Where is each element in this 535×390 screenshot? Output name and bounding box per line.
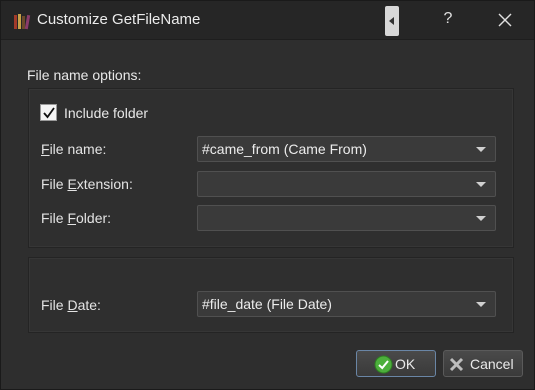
window-title: Customize GetFileName	[37, 11, 201, 28]
help-button[interactable]: ?	[439, 10, 457, 30]
x-icon	[447, 355, 466, 374]
cancel-label: Cancel	[470, 356, 514, 372]
chevron-down-icon	[476, 147, 486, 152]
chevron-down-icon	[476, 182, 486, 187]
file-extension-label: File Extension:	[41, 176, 133, 192]
file-date-dropdown[interactable]: #file_date (File Date)	[197, 291, 496, 317]
file-folder-label: File Folder:	[41, 210, 112, 226]
include-folder-label: Include folder	[64, 105, 149, 121]
collapse-handle-icon[interactable]	[385, 6, 399, 36]
title-bar[interactable]: Customize GetFileName ?	[1, 1, 534, 40]
file-name-value: #came_from (Came From)	[202, 141, 367, 157]
file-folder-dropdown[interactable]	[197, 205, 496, 231]
chevron-down-icon	[476, 216, 486, 221]
ok-button[interactable]: OK	[356, 350, 436, 377]
close-button[interactable]	[494, 9, 516, 31]
file-date-label: File Date:	[41, 297, 101, 313]
ok-label: OK	[395, 356, 416, 372]
close-icon	[498, 13, 512, 27]
dialog-window: Customize GetFileName ? File name option…	[0, 0, 535, 390]
file-extension-dropdown[interactable]	[197, 171, 496, 197]
cancel-button[interactable]: Cancel	[443, 350, 523, 377]
check-circle-icon	[374, 355, 393, 374]
chevron-down-icon	[476, 302, 486, 307]
checkmark-icon	[43, 107, 55, 119]
file-name-dropdown[interactable]: #came_from (Came From)	[197, 136, 496, 162]
books-icon	[13, 12, 31, 30]
file-date-value: #file_date (File Date)	[202, 296, 332, 312]
section-label-file-name-options: File name options:	[27, 67, 142, 83]
file-name-label: File name:	[41, 141, 107, 157]
checkbox-box[interactable]	[40, 104, 57, 121]
